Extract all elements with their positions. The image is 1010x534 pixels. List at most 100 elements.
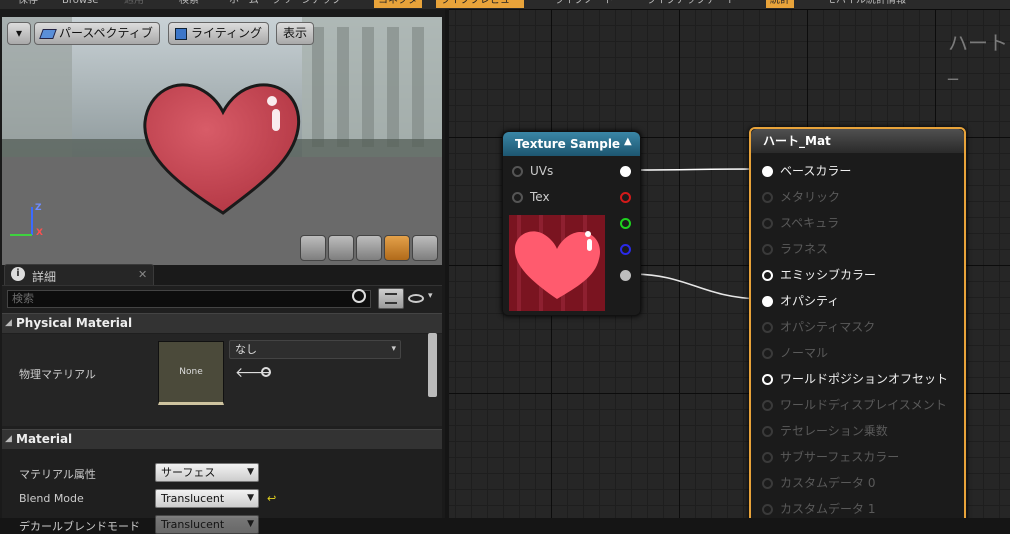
perspective-label: パースペクティブ xyxy=(59,26,153,40)
perspective-button[interactable]: パースペクティブ xyxy=(34,22,160,45)
pin-circle-icon xyxy=(762,348,773,359)
toolbar-browse-button[interactable]: Browse xyxy=(58,0,102,8)
pin-circle-icon xyxy=(762,218,773,229)
browse-search-icon[interactable] xyxy=(261,367,271,377)
physical-material-value: なし xyxy=(235,343,257,356)
texture-sample-node[interactable]: Texture Sample ▲ UVs Tex xyxy=(502,131,641,316)
blend-mode-dropdown[interactable]: Translucent ▼ xyxy=(155,489,259,508)
pin-circle-icon xyxy=(762,322,773,333)
lighting-cube-icon xyxy=(175,27,187,40)
section-title: Material xyxy=(16,432,73,446)
cube-icon[interactable] xyxy=(384,235,410,261)
material-input-pin[interactable]: ワールドポジションオフセット xyxy=(762,371,948,387)
eye-dropdown-icon[interactable]: ▾ xyxy=(428,291,433,301)
pin-circle-icon xyxy=(762,166,773,177)
material-input-pin[interactable]: ノーマル xyxy=(762,345,828,361)
toolbar-save-button[interactable]: 保存 xyxy=(14,0,42,8)
pin-label: エミッシブカラー xyxy=(780,268,877,282)
toolbar-cleanup-button[interactable]: クリーンアップ xyxy=(268,0,346,8)
pin-uvs[interactable]: UVs xyxy=(512,163,553,179)
material-preview-viewport[interactable]: Z X ▾ パースペクティブ ライティング 表示 xyxy=(2,17,442,265)
pin-label: UVs xyxy=(530,164,554,178)
material-input-pin[interactable]: サブサーフェスカラー xyxy=(762,449,899,465)
material-output-node[interactable]: ハート_Mat ベースカラー メタリック スペキュラ ラフネス エミッシブカラー オパシテ… xyxy=(749,127,966,518)
wire-basecolor xyxy=(629,168,761,171)
pin-label: ワールドディスプレイスメント xyxy=(780,398,947,412)
material-input-pin[interactable]: スペキュラ xyxy=(762,215,839,231)
plane-icon[interactable] xyxy=(356,235,382,261)
pin-label: テセレーション乗数 xyxy=(780,424,888,438)
collapse-arrow-icon: ◢ xyxy=(5,318,12,328)
details-search-input[interactable]: 検索 xyxy=(7,290,371,308)
material-input-pin[interactable]: ラフネス xyxy=(762,241,828,257)
collapse-arrow-icon: ◢ xyxy=(5,434,12,444)
property-matrix-button[interactable] xyxy=(378,288,404,309)
preview-shape-toolbar xyxy=(300,235,438,261)
details-scrollbar[interactable] xyxy=(428,333,437,397)
section-header-material[interactable]: ◢ Material xyxy=(2,429,442,449)
material-input-pin[interactable]: エミッシブカラー xyxy=(762,267,876,283)
teapot-icon[interactable] xyxy=(412,235,438,261)
material-input-pin[interactable]: テセレーション乗数 xyxy=(762,423,888,439)
pin-label: スペキュラ xyxy=(780,216,840,230)
material-input-pin[interactable]: ワールドディスプレイスメント xyxy=(762,397,947,413)
collapse-triangle-icon[interactable]: ▲ xyxy=(624,136,632,147)
decal-blend-mode-value: Translucent xyxy=(161,518,225,531)
physical-material-combo[interactable]: なし ▾ xyxy=(229,340,401,359)
thumbnail-label: None xyxy=(179,367,203,377)
blend-mode-value: Translucent xyxy=(161,492,225,505)
pin-circle-icon xyxy=(512,192,523,203)
eye-icon[interactable] xyxy=(408,294,424,303)
toolbar-live-nodes-button[interactable]: ライブノード xyxy=(550,0,618,8)
viewport-menu-button[interactable]: ▾ xyxy=(7,22,31,45)
lighting-button[interactable]: ライティング xyxy=(168,22,270,45)
toolbar-search-button[interactable]: 検索 xyxy=(175,0,203,8)
info-icon: i xyxy=(11,267,25,281)
reset-to-default-icon[interactable]: ↩ xyxy=(267,492,276,505)
toolbar-home-button[interactable]: ホーム xyxy=(225,0,263,8)
material-input-pin[interactable]: オパシティマスク xyxy=(762,319,875,335)
output-pin-g[interactable] xyxy=(620,218,631,229)
toolbar-live-preview-button[interactable]: ライブプレビュー xyxy=(436,0,524,8)
lighting-label: ライティング xyxy=(191,26,263,40)
toolbar-stats-button[interactable]: 統計 xyxy=(766,0,794,8)
material-input-pin[interactable]: カスタムデータ 1 xyxy=(762,501,875,517)
axis-z-label: Z xyxy=(35,203,42,213)
pin-circle-icon xyxy=(512,166,523,177)
pin-tex[interactable]: Tex xyxy=(512,189,550,205)
material-domain-dropdown[interactable]: サーフェス ▼ xyxy=(155,463,259,482)
physical-material-label: 物理マテリアル xyxy=(19,368,96,381)
show-button[interactable]: 表示 xyxy=(276,22,315,45)
output-pin-a[interactable] xyxy=(620,270,631,281)
axis-x-label: X xyxy=(36,228,43,238)
pin-label: ラフネス xyxy=(780,242,829,256)
material-graph-canvas[interactable]: ハート_ Texture Sample ▲ UVs Tex ハート_Mat ベー… xyxy=(449,9,1010,518)
toolbar-mobile-stats-button[interactable]: モバイル統計情報 xyxy=(822,0,910,8)
toolbar-connectors-button[interactable]: コネクタ xyxy=(374,0,422,8)
output-pin-r[interactable] xyxy=(620,192,631,203)
sphere-icon[interactable] xyxy=(328,235,354,261)
pin-circle-icon xyxy=(762,192,773,203)
material-input-pin[interactable]: ベースカラー xyxy=(762,163,851,179)
toolbar-apply-button[interactable]: 適用 xyxy=(120,0,148,8)
search-icon[interactable] xyxy=(352,289,366,303)
pin-circle-icon xyxy=(762,452,773,463)
output-pin-b[interactable] xyxy=(620,244,631,255)
details-tab[interactable]: i 詳細 ✕ xyxy=(4,264,154,285)
pin-label: ノーマル xyxy=(780,346,829,360)
close-icon[interactable]: ✕ xyxy=(138,268,147,281)
cylinder-icon[interactable] xyxy=(300,235,326,261)
physical-material-thumbnail[interactable]: None xyxy=(158,341,224,405)
output-pin-rgb[interactable] xyxy=(620,166,631,177)
pin-label: ベースカラー xyxy=(780,164,852,178)
node-title: Texture Sample xyxy=(503,132,640,156)
toolbar-live-update-button[interactable]: ライブアップデート xyxy=(642,0,740,8)
material-input-pin[interactable]: メタリック xyxy=(762,189,840,205)
left-panel: Z X ▾ パースペクティブ ライティング 表示 i 詳細 ✕ 検索 ▾ ◢ P… xyxy=(0,9,445,534)
material-input-pin[interactable]: カスタムデータ 0 xyxy=(762,475,875,491)
top-toolbar: 保存 Browse 適用 検索 ホーム クリーンアップ コネクタ ライブプレビュ… xyxy=(0,0,1010,9)
pin-circle-icon xyxy=(762,244,773,255)
pin-circle-icon xyxy=(762,296,773,307)
material-input-pin[interactable]: オパシティ xyxy=(762,293,839,309)
section-header-physical-material[interactable]: ◢ Physical Material xyxy=(2,313,442,333)
